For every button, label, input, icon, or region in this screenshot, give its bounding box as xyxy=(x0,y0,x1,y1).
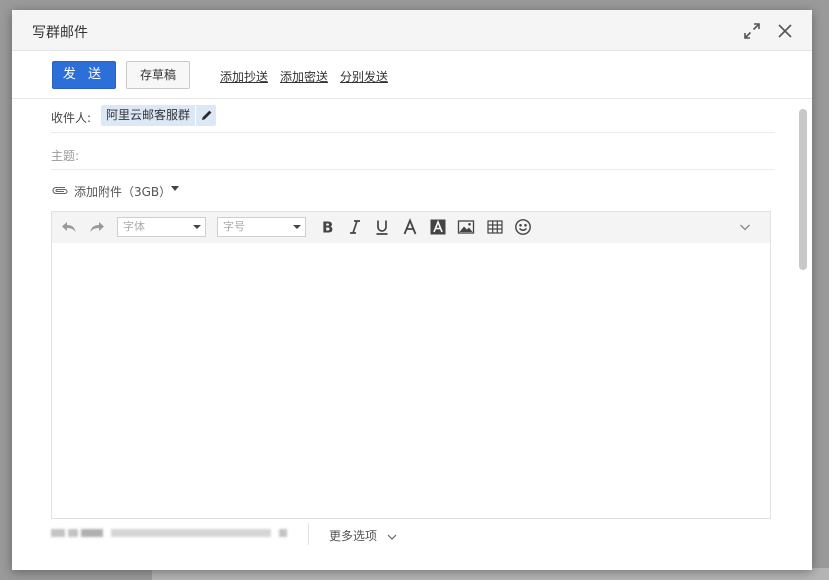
emoji-icon[interactable] xyxy=(514,218,532,236)
font-color-icon[interactable] xyxy=(401,218,419,236)
dialog-titlebar: 写群邮件 xyxy=(12,10,812,51)
subject-label: 主题: xyxy=(51,149,80,163)
maximize-icon[interactable] xyxy=(743,22,761,40)
more-options-button[interactable]: 更多选项 xyxy=(329,527,397,544)
font-family-select[interactable]: 字体 xyxy=(117,217,206,237)
close-icon[interactable] xyxy=(776,22,794,40)
add-cc-link[interactable]: 添加抄送 xyxy=(220,68,268,85)
editor-toolbar: 字体 字号 B xyxy=(52,212,770,243)
chevron-down-icon xyxy=(193,225,201,229)
compose-toolbar: 发 送 存草稿 添加抄送 添加密送 分别发送 xyxy=(12,51,812,99)
save-draft-button[interactable]: 存草稿 xyxy=(126,61,190,89)
more-options-label: 更多选项 xyxy=(329,529,378,543)
expand-toolbar-icon[interactable] xyxy=(736,218,754,236)
undo-icon[interactable] xyxy=(60,218,78,236)
add-bcc-link[interactable]: 添加密送 xyxy=(280,68,328,85)
edit-recipient-icon[interactable] xyxy=(195,105,215,126)
send-button[interactable]: 发 送 xyxy=(52,61,116,89)
image-icon[interactable] xyxy=(457,218,475,236)
footer-divider xyxy=(308,523,309,545)
separate-send-link[interactable]: 分别发送 xyxy=(340,68,388,85)
paperclip-icon xyxy=(52,186,68,195)
svg-text:B: B xyxy=(322,219,333,237)
recipient-label: 收件人: xyxy=(51,111,92,125)
subject-row[interactable]: 主题: xyxy=(51,133,775,170)
recipient-row[interactable]: 收件人: 阿里云邮客服群 xyxy=(51,100,775,133)
attachment-dropdown-icon[interactable] xyxy=(171,186,179,192)
font-family-placeholder: 字体 xyxy=(123,220,145,233)
editor-content-area[interactable] xyxy=(52,243,770,518)
dialog-title: 写群邮件 xyxy=(32,25,88,41)
font-size-select[interactable]: 字号 xyxy=(217,217,306,237)
footer-status-text-blurred xyxy=(51,526,291,540)
recipient-name: 阿里云邮客服群 xyxy=(106,108,191,122)
bold-icon[interactable]: B xyxy=(318,218,336,237)
underline-icon[interactable] xyxy=(373,218,391,236)
vertical-scrollbar[interactable] xyxy=(799,109,807,270)
compose-group-mail-dialog: 写群邮件 发 送 存草稿 添加抄送 添加密送 分别发送 收件人: 阿里云邮客服群 xyxy=(12,10,812,570)
background-color-icon[interactable] xyxy=(429,218,447,236)
rich-text-editor: 字体 字号 B xyxy=(51,211,771,519)
redo-icon[interactable] xyxy=(88,218,106,236)
add-attachment-label[interactable]: 添加附件（3GB） xyxy=(74,183,171,200)
font-size-placeholder: 字号 xyxy=(223,220,245,233)
chevron-down-icon xyxy=(387,534,397,540)
italic-icon[interactable] xyxy=(346,218,364,236)
table-icon[interactable] xyxy=(486,218,504,236)
recipient-chip[interactable]: 阿里云邮客服群 xyxy=(101,105,217,126)
chevron-down-icon xyxy=(293,225,301,229)
